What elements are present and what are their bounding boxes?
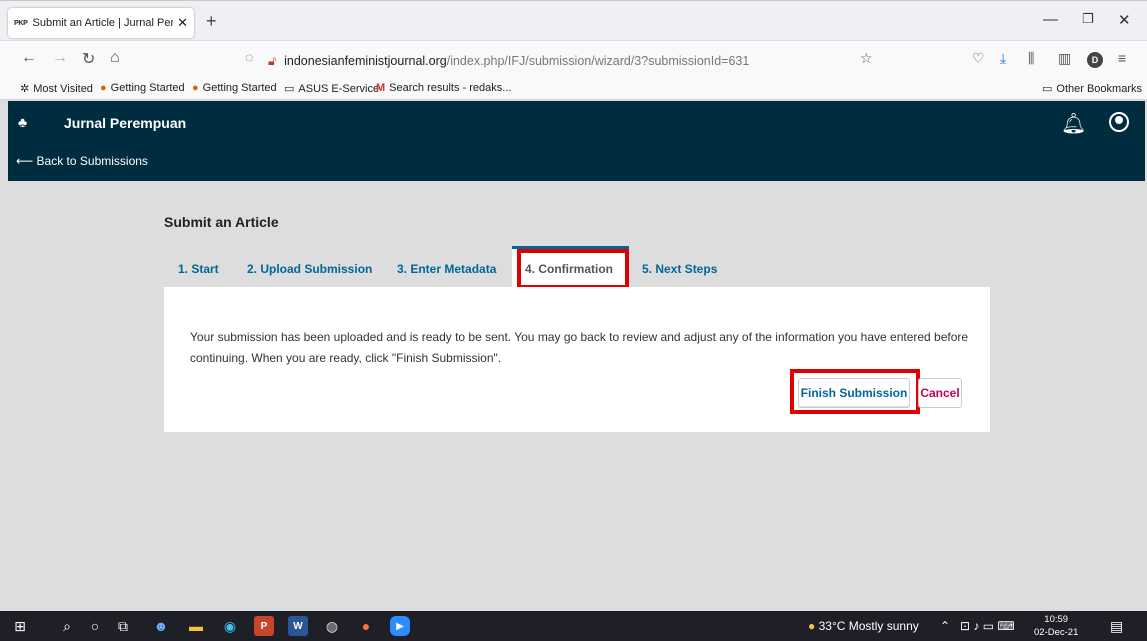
firefox-icon: ● xyxy=(100,82,107,94)
finish-button-highlight xyxy=(790,369,920,414)
gear-icon: ✲ xyxy=(20,83,30,95)
back-arrow-icon: ⟵ xyxy=(16,154,37,168)
browser-tab-active[interactable]: PKP Submit an Article | Jurnal Perem ✕ xyxy=(8,8,194,38)
cortana-icon[interactable]: ○ xyxy=(85,616,105,636)
site-header: ♣ Jurnal Perempuan ⟵ Back to Submissions… xyxy=(8,101,1145,181)
window-close-icon[interactable]: ✕ xyxy=(1118,11,1131,29)
insecure-lock-icon: 🔓︎ xyxy=(268,53,277,68)
back-to-submissions-link[interactable]: ⟵ Back to Submissions xyxy=(16,154,148,168)
windows-taskbar: ⊞ ⌕ ○ ⧉ ☻ ▬ ◉ P W ◍ ● ▶ ● 33°C Mostly su… xyxy=(0,611,1147,641)
reload-icon[interactable]: ↻ xyxy=(82,49,95,69)
task-view-icon[interactable]: ⧉ xyxy=(113,616,133,636)
pocket-icon[interactable]: ♡ xyxy=(972,50,985,67)
minimize-icon[interactable]: — xyxy=(1043,11,1058,28)
tray-chevron-icon[interactable]: ⌃ xyxy=(940,619,950,633)
tab-title: Submit an Article | Jurnal Perem xyxy=(32,17,174,29)
url-host: indonesianfeministjournal.org xyxy=(284,54,447,68)
menu-icon[interactable]: ≡ xyxy=(1118,50,1126,66)
notifications-icon[interactable]: ▤ xyxy=(1110,618,1123,635)
powerpoint-icon[interactable]: P xyxy=(254,616,274,636)
edge-icon[interactable]: ◉ xyxy=(220,616,240,636)
sidebar-icon[interactable]: ▥ xyxy=(1058,50,1071,67)
people-icon[interactable]: ☻ xyxy=(151,616,171,636)
browser-tab-bar: PKP Submit an Article | Jurnal Perem ✕ +… xyxy=(0,0,1147,40)
forward-arrow-icon[interactable]: → xyxy=(52,49,68,67)
gmail-icon: M xyxy=(376,82,386,94)
page-title: Submit an Article xyxy=(164,214,279,230)
site-name[interactable]: Jurnal Perempuan xyxy=(64,115,186,131)
bookmark-star-icon[interactable]: ☆ xyxy=(860,50,873,67)
new-tab-icon[interactable]: + xyxy=(206,11,217,32)
bookmark-most-visited[interactable]: ✲ Most Visited xyxy=(20,82,93,96)
system-clock[interactable]: 10:59 02-Dec-21 xyxy=(1034,613,1078,639)
zoom-icon[interactable]: ▶ xyxy=(390,616,410,636)
bookmark-search-results[interactable]: M Search results - redaks... xyxy=(376,82,511,94)
bookmark-getting-started[interactable]: ● Getting Started xyxy=(100,82,185,94)
library-icon[interactable]: ⫼ xyxy=(1028,50,1034,67)
app-icon[interactable]: ◍ xyxy=(322,616,342,636)
pkp-favicon-icon: PKP xyxy=(14,19,28,27)
tab-upload-submission[interactable]: 2. Upload Submission xyxy=(247,262,372,276)
close-tab-icon[interactable]: ✕ xyxy=(177,15,188,31)
folder-icon: ▭ xyxy=(1042,83,1053,95)
downloads-icon[interactable]: ⤓ xyxy=(1000,50,1006,67)
firefox-taskbar-icon[interactable]: ● xyxy=(356,616,376,636)
profile-avatar[interactable]: D xyxy=(1087,50,1103,68)
other-bookmarks[interactable]: ▭ Other Bookmarks xyxy=(1042,82,1142,96)
firefox-icon: ● xyxy=(192,82,199,94)
tray-icons[interactable]: ⊡ ♪ ▭ ⌨ xyxy=(960,619,1015,633)
bookmark-asus-eservice[interactable]: ▭ ASUS E-Service xyxy=(284,82,379,96)
search-icon[interactable]: ⌕ xyxy=(57,616,77,636)
restore-icon[interactable]: ❐ xyxy=(1082,11,1094,27)
confirmation-panel: Your submission has been uploaded and is… xyxy=(164,287,990,432)
tab-next-steps[interactable]: 5. Next Steps xyxy=(642,262,717,276)
windows-start-icon[interactable]: ⊞ xyxy=(10,616,30,636)
bookmark-getting-started-2[interactable]: ● Getting Started xyxy=(192,82,277,94)
bookmarks-toolbar: ✲ Most Visited ● Getting Started ● Getting … xyxy=(0,78,1147,100)
user-account-icon[interactable] xyxy=(1109,112,1129,132)
file-explorer-icon[interactable]: ▬ xyxy=(186,616,206,636)
confirmation-tab-highlight xyxy=(517,249,629,289)
url-path: /index.php/IFJ/submission/wizard/3?submi… xyxy=(446,54,750,68)
tracking-shield-icon[interactable]: ◌ xyxy=(245,49,253,65)
tab-enter-metadata[interactable]: 3. Enter Metadata xyxy=(397,262,496,276)
home-icon[interactable]: ⌂ xyxy=(110,49,120,67)
weather-widget[interactable]: ● 33°C Mostly sunny xyxy=(808,619,919,633)
main-content: Submit an Article 1. Start 2. Upload Sub… xyxy=(8,181,1145,611)
word-icon[interactable]: W xyxy=(288,616,308,636)
address-bar[interactable]: 🔓︎ indonesianfeministjournal.org/index.p… xyxy=(268,49,888,73)
confirmation-message: Your submission has been uploaded and is… xyxy=(190,330,969,365)
notification-bell-icon[interactable]: 🔔︎ xyxy=(1061,111,1086,136)
sun-icon: ● xyxy=(808,619,816,633)
folder-icon: ▭ xyxy=(284,83,295,95)
sitemap-icon[interactable]: ♣ xyxy=(18,114,27,130)
back-arrow-icon[interactable]: ← xyxy=(21,49,37,67)
tab-start[interactable]: 1. Start xyxy=(178,262,219,276)
cancel-button[interactable]: Cancel xyxy=(918,378,962,408)
